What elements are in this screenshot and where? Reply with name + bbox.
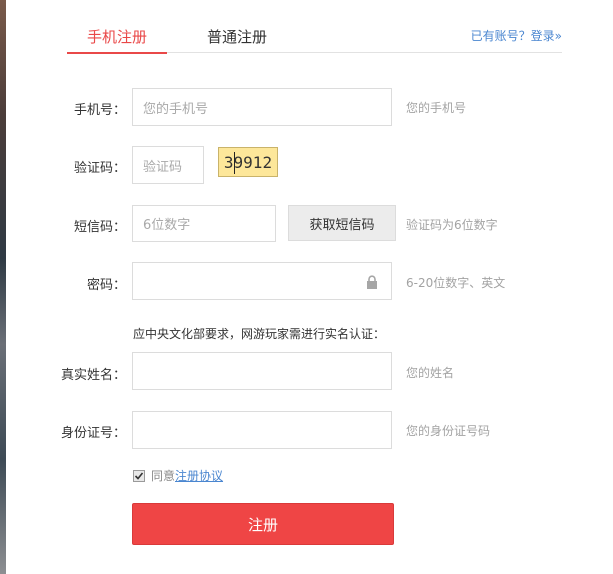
- captcha-input[interactable]: 验证码: [132, 146, 204, 184]
- sms-label: 短信码：: [73, 220, 126, 235]
- get-sms-code-button[interactable]: 获取短信码: [288, 205, 396, 241]
- phone-hint: 您的手机号: [406, 101, 467, 115]
- sms-code-input[interactable]: 6位数字: [132, 205, 276, 242]
- register-button[interactable]: 注册: [132, 503, 394, 545]
- id-number-label: 身份证号：: [60, 426, 126, 441]
- real-name-notice: 应中央文化部要求，网游玩家需进行实名认证：: [133, 327, 386, 341]
- id-number-hint: 您的身份证号码: [406, 424, 491, 438]
- phone-label: 手机号：: [73, 103, 126, 118]
- captcha-placeholder: 验证码: [143, 159, 183, 175]
- password-label: 密码：: [86, 278, 126, 293]
- real-name-hint: 您的姓名: [406, 366, 455, 380]
- agreement-link[interactable]: 注册协议: [175, 467, 223, 484]
- agreement-checkbox[interactable]: [133, 469, 145, 482]
- tab-mobile-register[interactable]: 手机注册: [67, 26, 167, 54]
- password-input[interactable]: [132, 262, 392, 300]
- sms-hint: 验证码为6位数字: [406, 218, 498, 232]
- sms-placeholder: 6位数字: [143, 218, 191, 233]
- password-hint: 6-20位数字、英文: [406, 276, 506, 290]
- captcha-text: 39912: [223, 152, 273, 172]
- id-number-input[interactable]: [132, 411, 392, 449]
- lock-icon: [367, 275, 377, 289]
- phone-placeholder: 您的手机号: [143, 101, 209, 117]
- captcha-image[interactable]: 39912: [218, 147, 278, 177]
- tab-normal-register[interactable]: 普通注册: [207, 26, 267, 52]
- phone-input[interactable]: 您的手机号: [132, 88, 392, 126]
- agreement-row: 同意 注册协议: [133, 467, 223, 484]
- login-link[interactable]: 已有账号？登录»: [471, 27, 562, 44]
- real-name-label: 真实姓名：: [60, 368, 126, 383]
- agreement-prefix: 同意: [151, 469, 176, 483]
- checkmark-icon: [134, 471, 144, 480]
- real-name-input[interactable]: [132, 352, 392, 390]
- register-tabs: 手机注册 普通注册 已有账号？登录»: [67, 21, 562, 54]
- captcha-label: 验证码：: [73, 161, 126, 176]
- captcha-noise-line: [234, 152, 235, 174]
